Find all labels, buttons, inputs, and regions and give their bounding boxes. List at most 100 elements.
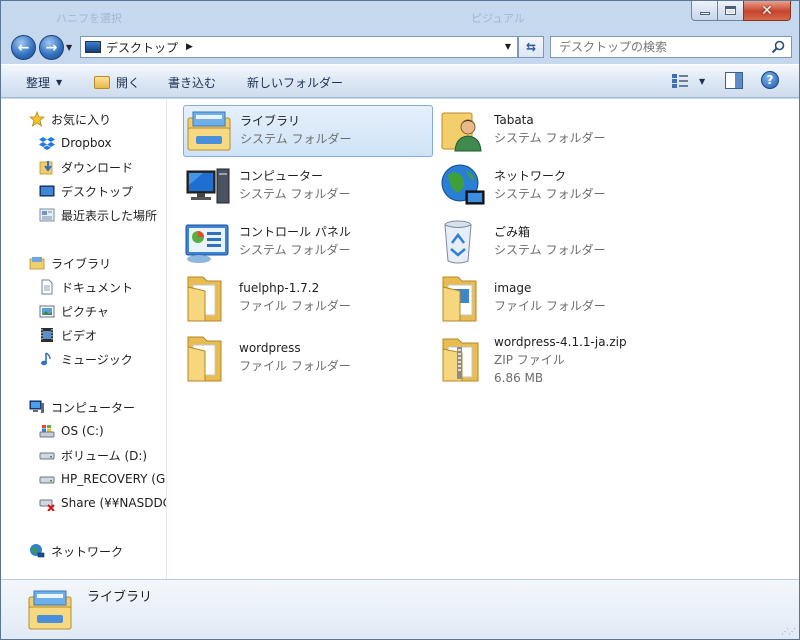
forward-button[interactable]: → xyxy=(39,35,64,60)
file-name: コンピューター xyxy=(239,169,324,183)
user-folder-icon xyxy=(441,112,482,152)
file-list[interactable]: ライブラリ システム フォルダー Tabata システム フォルダー コンピュー… xyxy=(168,99,799,579)
file-item-computer[interactable]: コンピューター システム フォルダー xyxy=(183,161,433,213)
file-item-control-panel[interactable]: コントロール パネル システム フォルダー xyxy=(183,217,433,269)
help-button[interactable]: ? xyxy=(761,71,779,89)
file-name: ネットワーク xyxy=(494,169,567,183)
minimize-button[interactable] xyxy=(691,1,718,21)
sidebar-item-label: ドキュメント xyxy=(61,280,134,295)
minimize-icon xyxy=(699,12,710,15)
title-bar[interactable]: ハニフを選択 ピジュアル ✕ xyxy=(1,1,799,31)
sidebar-computer[interactable]: コンピューター xyxy=(29,397,135,417)
file-size: 6.86 MB xyxy=(494,371,544,385)
file-name: fuelphp-1.7.2 xyxy=(239,281,320,295)
file-item-wordpress[interactable]: wordpress ファイル フォルダー xyxy=(183,333,433,385)
organize-label: 整理 xyxy=(26,76,51,90)
sidebar-item-desktop[interactable]: デスクトップ xyxy=(39,181,133,201)
documents-icon xyxy=(41,279,53,295)
sidebar-item-hp-recovery[interactable]: HP_RECOVERY (G xyxy=(39,469,165,489)
burn-button[interactable]: 書き込む xyxy=(168,74,216,91)
file-name: image xyxy=(494,281,532,295)
navigation-pane[interactable]: お気に入り Dropbox ダウンロード デスクトップ 最近表示した場所 ライブ… xyxy=(1,99,167,579)
sidebar-libraries[interactable]: ライブラリ xyxy=(29,253,111,273)
sidebar-item-videos[interactable]: ビデオ xyxy=(39,325,97,345)
folder-icon xyxy=(187,336,222,382)
libraries-icon xyxy=(28,590,72,630)
sidebar-item-documents[interactable]: ドキュメント xyxy=(39,277,133,297)
sidebar-item-os-drive[interactable]: OS (C:) xyxy=(39,421,104,441)
refresh-button[interactable]: ⇆ xyxy=(518,36,544,58)
sidebar-item-label: ダウンロード xyxy=(61,160,134,175)
sidebar-item-dropbox[interactable]: Dropbox xyxy=(39,133,112,153)
view-tiles-icon xyxy=(672,74,688,88)
file-name: ライブラリ xyxy=(240,114,301,128)
file-type: ファイル フォルダー xyxy=(239,299,351,313)
sidebar-item-downloads[interactable]: ダウンロード xyxy=(39,157,133,177)
details-pane: ライブラリ ⋰⋰ xyxy=(1,579,799,639)
folder-icon xyxy=(442,276,477,322)
background-window-title: ハニフを選択 xyxy=(56,12,122,25)
sidebar-item-label: OS (C:) xyxy=(61,424,104,438)
file-item-network[interactable]: ネットワーク システム フォルダー xyxy=(438,161,688,213)
file-item-recycle-bin[interactable]: ごみ箱 システム フォルダー xyxy=(438,217,688,269)
file-name: コントロール パネル xyxy=(239,225,351,239)
file-name: Tabata xyxy=(494,113,534,127)
desktop-icon xyxy=(85,41,101,53)
sidebar-network-label: ネットワーク xyxy=(51,544,124,559)
close-button[interactable]: ✕ xyxy=(743,1,791,21)
chevron-down-icon[interactable]: ▼ xyxy=(699,77,705,86)
resize-grip-icon[interactable]: ⋰⋰ xyxy=(781,627,796,636)
burn-label: 書き込む xyxy=(168,76,217,90)
file-item-libraries[interactable]: ライブラリ システム フォルダー xyxy=(183,105,433,157)
address-dropdown-icon[interactable]: ▼ xyxy=(505,42,511,51)
sidebar-item-label: HP_RECOVERY (G xyxy=(61,472,166,486)
sidebar-item-label: ミュージック xyxy=(61,352,133,367)
organize-button[interactable]: 整理 ▼ xyxy=(26,74,62,91)
maximize-button[interactable] xyxy=(717,1,744,21)
open-button[interactable]: 開く xyxy=(94,74,140,91)
arrow-left-icon: ← xyxy=(17,39,30,56)
network-icon xyxy=(441,164,485,205)
music-icon xyxy=(41,352,51,366)
background-window-title-2: ピジュアル xyxy=(471,12,525,25)
file-item-wordpress-zip[interactable]: wordpress-4.1.1-ja.zip ZIP ファイル 6.86 MB xyxy=(438,333,688,389)
sidebar-computer-label: コンピューター xyxy=(51,400,136,415)
sidebar-item-recent-places[interactable]: 最近表示した場所 xyxy=(39,205,157,225)
sidebar-item-music[interactable]: ミュージック xyxy=(39,349,133,369)
file-item-image[interactable]: image ファイル フォルダー xyxy=(438,273,688,325)
sidebar-item-share[interactable]: Share (¥¥NASDDC xyxy=(39,493,167,513)
new-folder-button[interactable]: 新しいフォルダー xyxy=(247,74,343,91)
breadcrumb-chevron-icon[interactable]: ▶ xyxy=(186,42,193,52)
back-button[interactable]: ← xyxy=(11,35,36,60)
zip-folder-icon xyxy=(442,338,479,382)
sidebar-item-label: ビデオ xyxy=(61,328,98,343)
sidebar-item-pictures[interactable]: ピクチャ xyxy=(39,301,109,321)
sidebar-favorites[interactable]: お気に入り xyxy=(29,109,111,129)
address-segment-desktop[interactable]: デスクトップ xyxy=(106,39,178,56)
search-input[interactable] xyxy=(559,40,759,54)
computer-icon xyxy=(186,168,230,204)
file-type: システム フォルダー xyxy=(494,131,606,145)
sidebar-item-label: ピクチャ xyxy=(61,304,109,319)
file-type: システム フォルダー xyxy=(494,187,606,201)
address-bar[interactable]: デスクトップ ▶ ▼ xyxy=(80,36,518,58)
search-icon[interactable] xyxy=(771,40,785,54)
preview-pane-button[interactable] xyxy=(725,72,743,89)
file-type: システム フォルダー xyxy=(494,243,606,257)
sidebar-item-volume-d[interactable]: ボリューム (D:) xyxy=(39,445,147,465)
file-type: ZIP ファイル xyxy=(494,353,565,367)
sidebar-item-label: ボリューム (D:) xyxy=(61,448,148,463)
file-name: wordpress-4.1.1-ja.zip xyxy=(494,335,627,349)
maximize-icon xyxy=(725,6,736,15)
drive-icon xyxy=(39,476,55,484)
sidebar-network[interactable]: ネットワーク xyxy=(29,541,123,561)
sidebar-item-label: Share (¥¥NASDDC xyxy=(61,496,167,510)
recent-pages-dropdown[interactable]: ▼ xyxy=(66,43,72,52)
file-item-fuelphp[interactable]: fuelphp-1.7.2 ファイル フォルダー xyxy=(183,273,433,325)
file-item-tabata[interactable]: Tabata システム フォルダー xyxy=(438,105,688,157)
libraries-icon xyxy=(29,257,45,270)
change-view-button[interactable]: ▼ xyxy=(671,73,705,89)
folder-icon xyxy=(187,276,222,322)
search-box[interactable] xyxy=(550,36,792,58)
chevron-down-icon: ▼ xyxy=(56,78,63,87)
